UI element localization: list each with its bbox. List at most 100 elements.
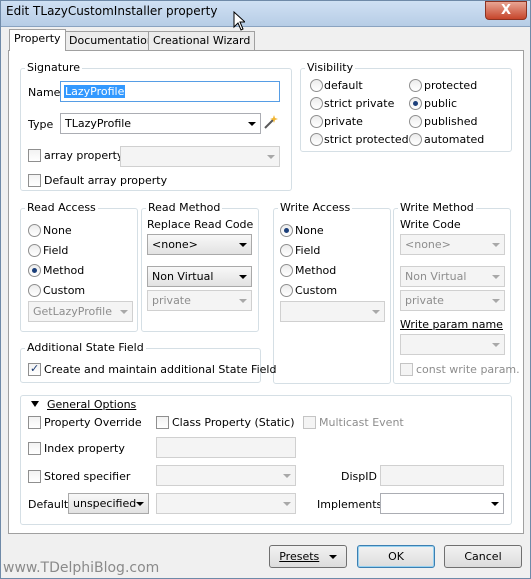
visibility-label-published: published bbox=[424, 115, 478, 128]
multicast-event-label: Multicast Event bbox=[319, 416, 404, 429]
write-access-radio-none[interactable] bbox=[280, 224, 293, 237]
read-custom-combo[interactable]: GetLazyProfile bbox=[28, 301, 133, 322]
visibility-label-strict-protected: strict protected bbox=[324, 133, 409, 146]
mouse-cursor-icon bbox=[233, 11, 245, 31]
write-access-group-label: Write Access bbox=[278, 201, 353, 214]
visibility-radio-strict-private[interactable] bbox=[310, 97, 323, 110]
write-visibility-combo[interactable]: private bbox=[400, 290, 505, 311]
read-access-radio-field[interactable] bbox=[28, 244, 41, 257]
visibility-radio-protected[interactable] bbox=[409, 79, 422, 92]
magic-wand-icon[interactable] bbox=[263, 114, 279, 130]
dispid-input[interactable] bbox=[380, 465, 504, 486]
default-array-checkbox[interactable] bbox=[28, 174, 41, 187]
visibility-label-automated: automated bbox=[424, 133, 485, 146]
read-method-group-label: Read Method bbox=[146, 201, 223, 214]
array-property-combo[interactable] bbox=[120, 146, 280, 167]
chevron-down-icon bbox=[239, 299, 247, 303]
cancel-button[interactable]: Cancel bbox=[444, 545, 522, 568]
write-access-label-field: Field bbox=[295, 244, 321, 257]
type-combo[interactable]: TLazyProfile bbox=[60, 113, 261, 134]
array-property-checkbox[interactable] bbox=[28, 149, 41, 162]
name-label: Name bbox=[28, 86, 61, 99]
dialog-window: Edit TLazyCustomInstaller property X Pro… bbox=[0, 0, 531, 579]
tab-creational-wizard[interactable]: Creational Wizard bbox=[148, 31, 256, 50]
watermark-text: www.TDelphiBlog.com bbox=[3, 560, 160, 576]
presets-button-label: Presets bbox=[279, 550, 320, 563]
visibility-radio-private[interactable] bbox=[310, 115, 323, 128]
state-field-group-label: Additional State Field bbox=[25, 341, 146, 354]
default-combo[interactable]: unspecified bbox=[68, 493, 149, 514]
implements-combo[interactable] bbox=[380, 493, 504, 514]
chevron-down-icon bbox=[492, 299, 500, 303]
write-access-radio-custom[interactable] bbox=[280, 284, 293, 297]
tab-documentation[interactable]: Documentation bbox=[64, 31, 159, 50]
visibility-radio-published[interactable] bbox=[409, 115, 422, 128]
ok-button[interactable]: OK bbox=[357, 545, 435, 568]
array-property-label: array property bbox=[44, 149, 124, 162]
chevron-down-icon bbox=[328, 555, 337, 559]
dispid-label: DispID bbox=[341, 470, 377, 483]
name-input[interactable]: LazyProfile bbox=[60, 81, 280, 102]
chevron-down-icon bbox=[492, 243, 500, 247]
title-bar[interactable]: Edit TLazyCustomInstaller property X bbox=[1, 1, 530, 27]
write-code-combo[interactable]: <none> bbox=[400, 234, 505, 255]
read-access-group-label: Read Access bbox=[25, 201, 98, 214]
default-value-combo[interactable] bbox=[156, 493, 296, 514]
chevron-down-icon bbox=[267, 155, 275, 159]
index-property-input[interactable] bbox=[156, 437, 296, 458]
read-visibility-combo[interactable]: private bbox=[147, 290, 252, 311]
close-button[interactable]: X bbox=[485, 1, 527, 20]
default-label: Default bbox=[28, 498, 69, 511]
chevron-down-icon bbox=[283, 502, 291, 506]
chevron-down-icon bbox=[492, 343, 500, 347]
visibility-radio-public[interactable] bbox=[409, 97, 422, 110]
write-virtual-combo[interactable]: Non Virtual bbox=[400, 266, 505, 287]
chevron-down-icon bbox=[372, 310, 380, 314]
read-access-radio-none[interactable] bbox=[28, 224, 41, 237]
presets-button[interactable]: Presets bbox=[269, 545, 347, 568]
visibility-group-label: Visibility bbox=[305, 61, 356, 74]
write-access-radio-field[interactable] bbox=[280, 244, 293, 257]
stored-specifier-combo[interactable] bbox=[156, 465, 296, 486]
write-code-label: Write Code bbox=[400, 218, 461, 231]
implements-label: Implements bbox=[317, 498, 383, 511]
visibility-label-protected: protected bbox=[424, 79, 478, 92]
read-access-label-field: Field bbox=[43, 244, 69, 257]
index-property-checkbox[interactable] bbox=[28, 442, 41, 455]
chevron-down-icon bbox=[239, 243, 247, 247]
signature-group-label: Signature bbox=[25, 61, 83, 74]
visibility-radio-default[interactable] bbox=[310, 79, 323, 92]
read-access-radio-method[interactable] bbox=[28, 264, 41, 277]
chevron-down-icon bbox=[239, 275, 247, 279]
property-override-label: Property Override bbox=[44, 416, 142, 429]
read-virtual-combo[interactable]: Non Virtual bbox=[147, 266, 252, 287]
chevron-down-icon bbox=[492, 275, 500, 279]
tab-property[interactable]: Property bbox=[9, 29, 66, 51]
write-custom-combo[interactable] bbox=[280, 301, 385, 322]
multicast-event-checkbox[interactable] bbox=[303, 416, 316, 429]
stored-specifier-label: Stored specifier bbox=[44, 470, 131, 483]
create-state-field-label: Create and maintain additional State Fie… bbox=[44, 363, 277, 376]
visibility-radio-strict-protected[interactable] bbox=[310, 133, 323, 146]
class-property-checkbox[interactable] bbox=[156, 416, 169, 429]
read-code-combo[interactable]: <none> bbox=[147, 234, 252, 255]
stored-specifier-checkbox[interactable] bbox=[28, 470, 41, 483]
class-property-label: Class Property (Static) bbox=[172, 416, 295, 429]
property-override-checkbox[interactable] bbox=[28, 416, 41, 429]
read-access-radio-custom[interactable] bbox=[28, 284, 41, 297]
default-array-label: Default array property bbox=[44, 174, 168, 187]
write-param-name-combo[interactable] bbox=[400, 334, 505, 355]
visibility-label-default: default bbox=[324, 79, 363, 92]
write-access-label-none: None bbox=[295, 224, 324, 237]
create-state-field-checkbox[interactable] bbox=[28, 362, 41, 376]
const-write-param-checkbox[interactable] bbox=[400, 363, 413, 376]
chevron-down-icon bbox=[283, 474, 291, 478]
general-options-header[interactable]: General Options bbox=[47, 398, 136, 411]
write-access-radio-method[interactable] bbox=[280, 264, 293, 277]
write-param-name-label: Write param name bbox=[400, 318, 503, 331]
visibility-radio-automated[interactable] bbox=[409, 133, 422, 146]
chevron-down-icon bbox=[248, 122, 256, 126]
collapse-triangle-icon[interactable] bbox=[30, 399, 40, 409]
write-access-label-custom: Custom bbox=[295, 284, 338, 297]
chevron-down-icon bbox=[491, 502, 499, 506]
